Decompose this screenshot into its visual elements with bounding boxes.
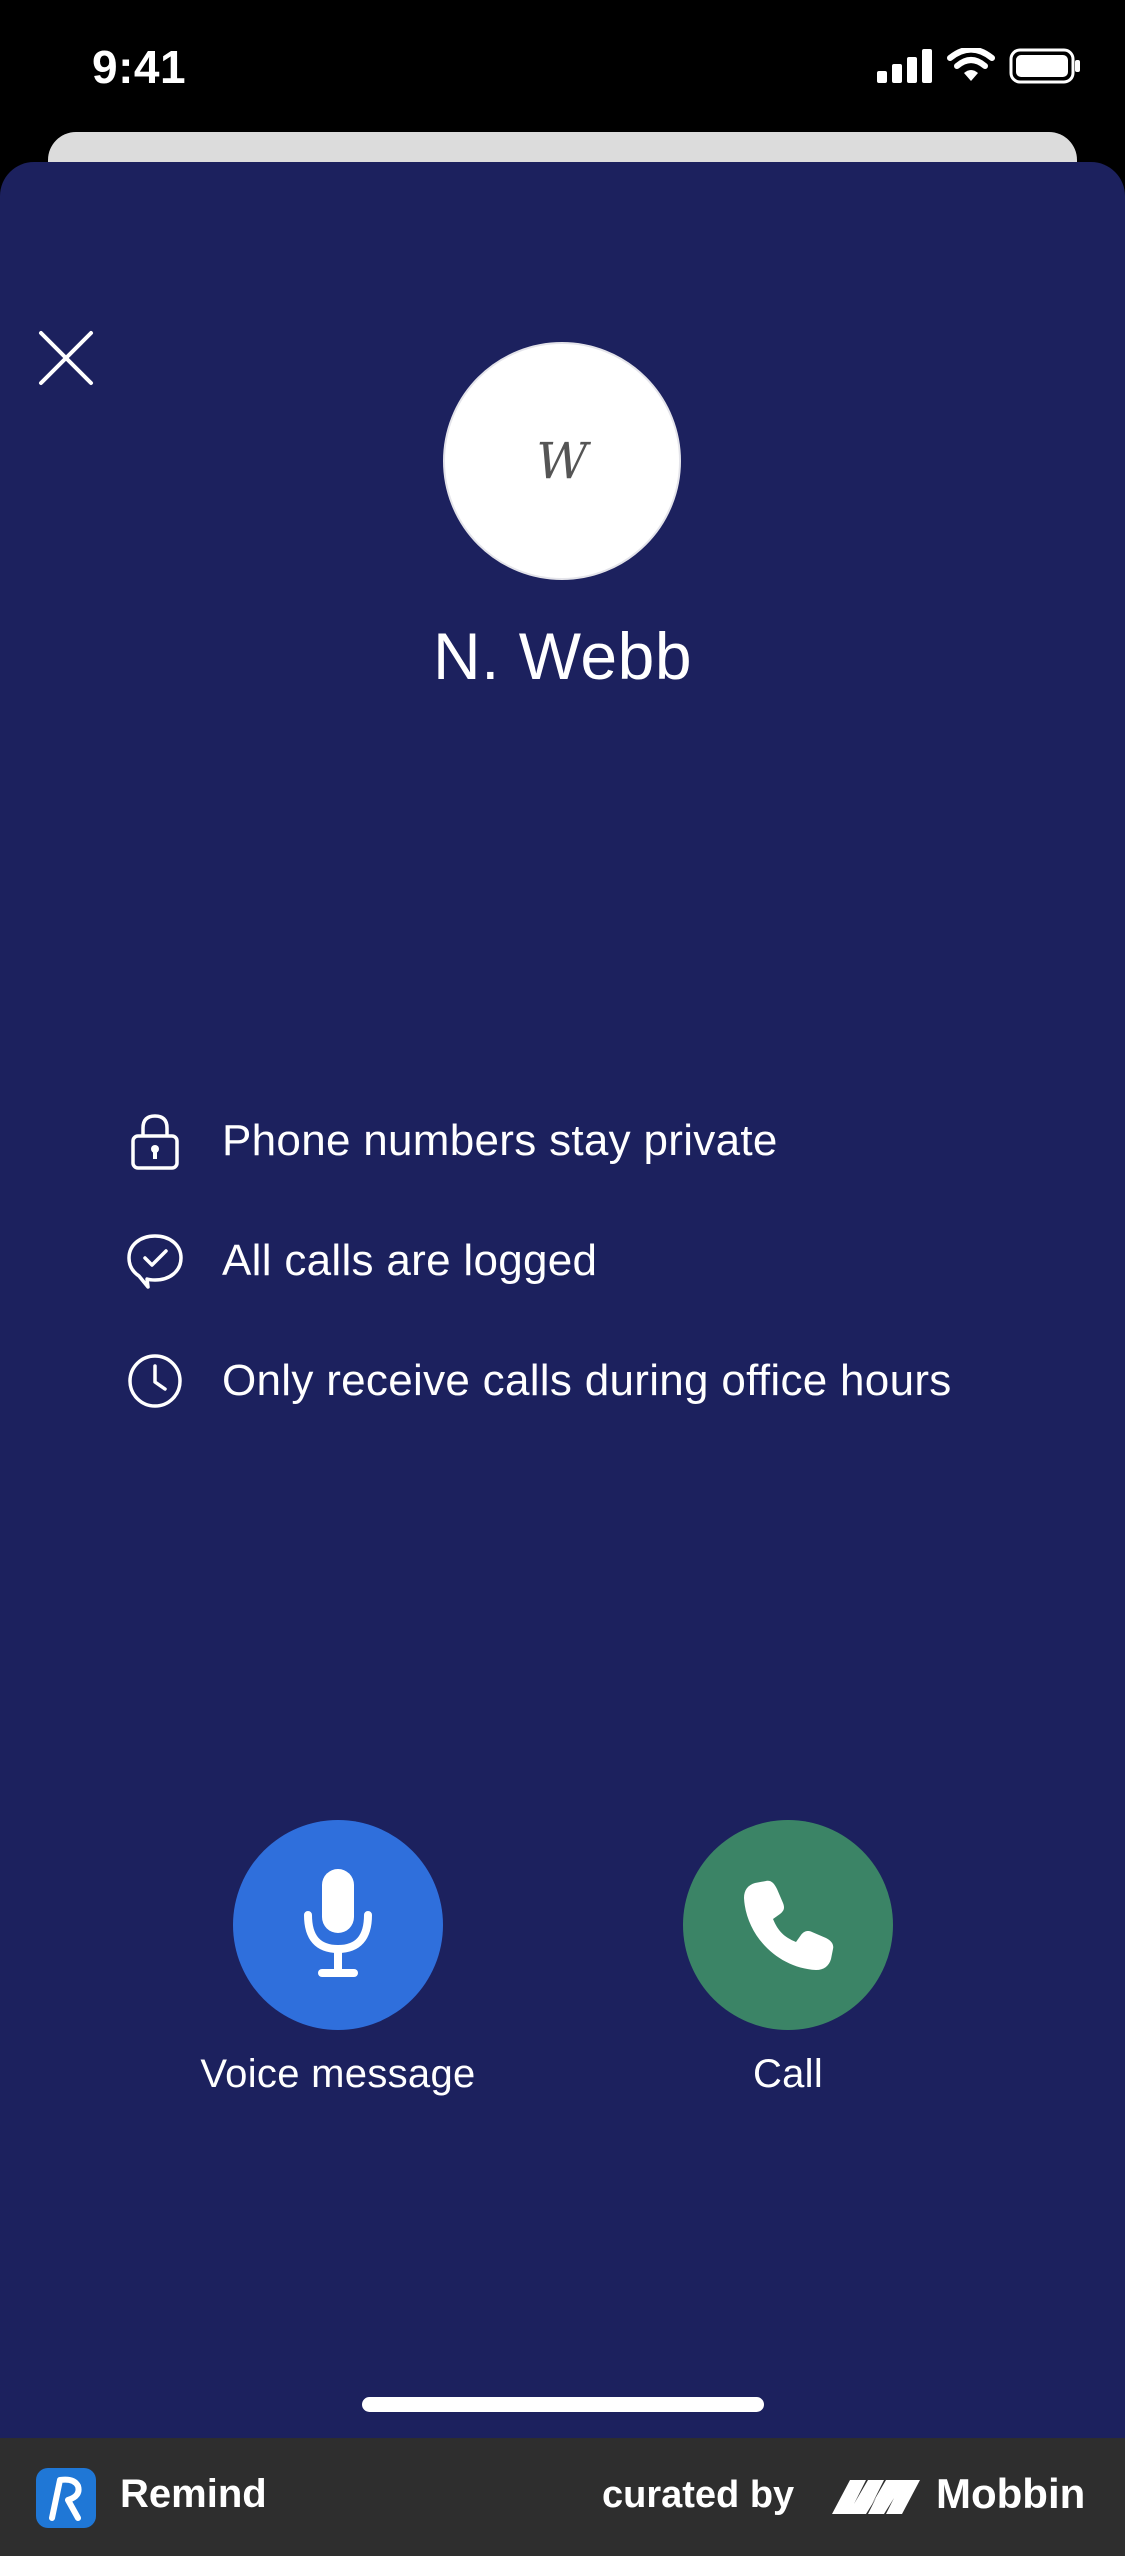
avatar: W — [443, 342, 681, 580]
microphone-icon — [304, 1869, 372, 1977]
cellular-signal-icon — [877, 49, 932, 83]
chat-check-icon — [126, 1232, 184, 1290]
feature-list: Phone numbers stay private All calls are… — [126, 1108, 952, 1468]
status-bar: 9:41 — [0, 0, 1125, 135]
clock-icon — [126, 1352, 184, 1410]
status-icons — [877, 48, 1081, 84]
feature-text: Only receive calls during office hours — [222, 1356, 952, 1405]
battery-icon — [1009, 48, 1080, 84]
status-time: 9:41 — [92, 41, 187, 93]
voice-message-label: Voice message — [200, 2052, 476, 2096]
remind-logo-icon — [36, 2468, 96, 2528]
screen: 9:41 W N. Webb Phone numbers stay privat… — [0, 0, 1125, 2556]
feature-item: All calls are logged — [126, 1228, 952, 1294]
phone-icon — [744, 1880, 834, 1970]
feature-text: Phone numbers stay private — [222, 1116, 778, 1165]
wifi-icon — [947, 48, 995, 81]
footer: Remind curated by Mobbin — [0, 2438, 1125, 2556]
close-button[interactable] — [30, 322, 102, 394]
close-icon — [39, 331, 93, 385]
voice-message-action: Voice message — [188, 1820, 488, 2097]
home-indicator — [362, 2397, 764, 2412]
feature-text: All calls are logged — [222, 1236, 598, 1285]
call-action: Call — [638, 1820, 938, 2097]
mobbin-logo-icon — [832, 2480, 920, 2514]
call-label: Call — [752, 2052, 824, 2096]
feature-item: Only receive calls during office hours — [126, 1348, 952, 1414]
call-button[interactable] — [683, 1820, 893, 2030]
avatar-initial: W — [536, 432, 588, 490]
voice-message-button[interactable] — [233, 1820, 443, 2030]
footer-app-name: Remind — [120, 2472, 267, 2516]
footer-brand-name: Mobbin — [936, 2470, 1086, 2517]
lock-icon — [126, 1112, 184, 1170]
contact-name: N. Webb — [432, 619, 693, 693]
feature-item: Phone numbers stay private — [126, 1108, 952, 1174]
footer-curated-by: curated by — [602, 2474, 795, 2516]
